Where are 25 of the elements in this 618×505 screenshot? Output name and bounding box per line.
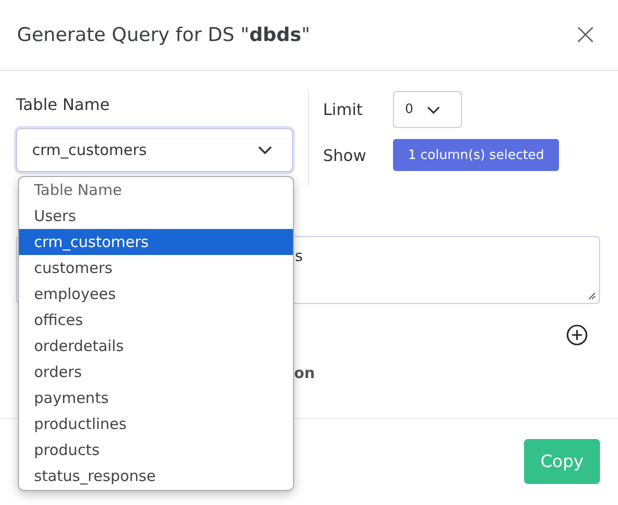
dropdown-option[interactable]: productlines <box>19 411 293 437</box>
dropdown-option[interactable]: customers <box>19 255 293 281</box>
dropdown-option[interactable]: Users <box>19 203 293 229</box>
field-label: Limit <box>323 100 364 119</box>
close-button[interactable]: × <box>568 20 602 50</box>
field-label: Show <box>323 146 368 164</box>
field-label: Table Name <box>16 95 111 114</box>
dropdown-option[interactable]: products <box>19 437 293 463</box>
dropdown-option[interactable]: orders <box>19 359 293 385</box>
dropdown-option[interactable]: status_response <box>19 463 293 489</box>
dropdown-option[interactable]: offices <box>19 307 293 333</box>
dialog-title: Generate Query for DS "dbds" <box>17 24 310 46</box>
chevron-icon <box>427 106 440 114</box>
dropdown-option[interactable]: orderdetails <box>19 333 293 359</box>
dropdown-option[interactable]: payments <box>19 385 293 411</box>
resize-handle-icon[interactable] <box>588 292 596 300</box>
dropdown-option[interactable]: employees <box>19 281 293 307</box>
table-select[interactable]: crm_customers <box>16 128 293 172</box>
section-label: on <box>294 364 315 382</box>
add-icon[interactable] <box>566 324 588 346</box>
dropdown-option[interactable]: crm_customers <box>19 229 293 255</box>
columns-button[interactable]: 1 column(s) selected <box>393 139 560 171</box>
limit-select[interactable]: 0 <box>393 91 462 128</box>
dropdown-option[interactable]: Table Name <box>19 177 293 203</box>
chevron-icon <box>258 146 272 154</box>
